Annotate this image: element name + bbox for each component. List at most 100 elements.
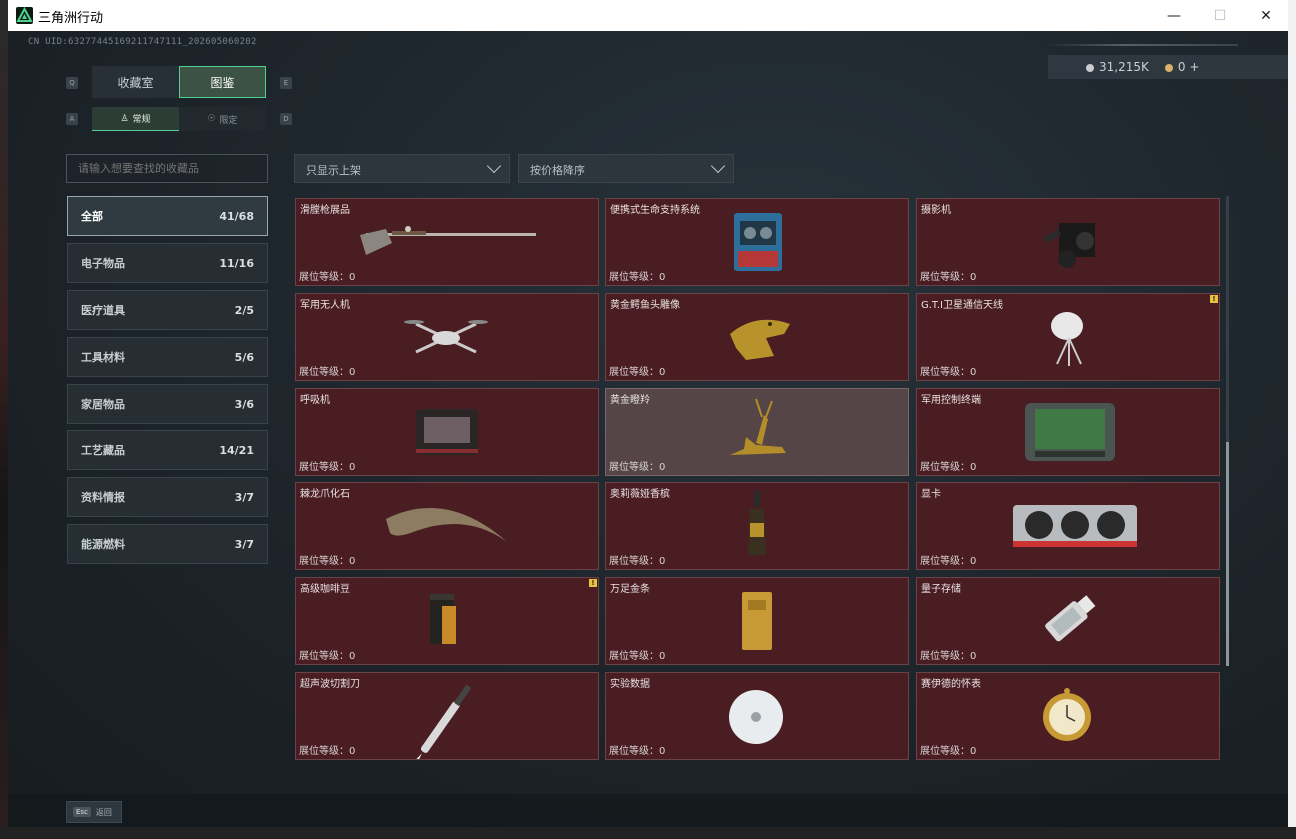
- tab-collection-room[interactable]: 收藏室: [92, 66, 179, 98]
- esc-key-hint: Esc: [73, 807, 91, 817]
- item-level: 展位等级：0: [299, 272, 356, 283]
- chevron-down-icon: [710, 158, 726, 174]
- item-card[interactable]: 显卡 展位等级：0: [916, 482, 1220, 570]
- app-window: 三角洲行动 — ☐ ✕ CN UID:63277445169211747111_…: [8, 0, 1288, 827]
- scrollbar[interactable]: [1226, 196, 1229, 666]
- currency-premium: 0 +: [1164, 60, 1199, 74]
- item-card[interactable]: 军用控制终端 展位等级：0: [916, 388, 1220, 476]
- key-hint-d: D: [280, 113, 292, 125]
- item-card[interactable]: 便携式生命支持系统 展位等级：0: [605, 198, 909, 286]
- item-name: 棘龙爪化石: [300, 489, 350, 500]
- item-name: 奥莉薇娅香槟: [610, 489, 670, 500]
- item-level: 展位等级：0: [299, 462, 356, 473]
- key-hint-e: E: [280, 77, 292, 89]
- sort-dropdown[interactable]: 按价格降序: [518, 154, 734, 183]
- category-crafts[interactable]: 工艺藏品 14/21: [67, 430, 268, 470]
- minimize-icon: —: [1167, 7, 1181, 24]
- back-button[interactable]: Esc 返回: [66, 801, 122, 823]
- item-level: 展位等级：0: [609, 556, 666, 567]
- item-card[interactable]: 摄影机展位等级：0: [916, 198, 1220, 286]
- item-level: 展位等级：0: [299, 651, 356, 662]
- category-electronics[interactable]: 电子物品 11/16: [67, 243, 268, 283]
- item-level: 展位等级：0: [299, 367, 356, 378]
- currency-bar: 31,215K 0 +: [1048, 55, 1288, 79]
- item-name: 量子存储: [921, 584, 961, 595]
- limited-icon: ☉: [207, 114, 216, 124]
- premium-coin-icon: [1164, 63, 1173, 72]
- item-card[interactable]: 万足金条 展位等级：0: [605, 577, 909, 665]
- category-energy[interactable]: 能源燃料 3/7: [67, 524, 268, 564]
- item-card[interactable]: 高级咖啡豆 展位等级：0!: [295, 577, 599, 665]
- desktop-background-bottom: [0, 827, 1296, 839]
- item-card[interactable]: 实验数据展位等级：0: [605, 672, 909, 760]
- subtab-limited[interactable]: ☉ 限定: [179, 107, 266, 131]
- item-card[interactable]: 超声波切割刀 展位等级：0: [295, 672, 599, 760]
- item-card[interactable]: 军用无人机展位等级：0: [295, 293, 599, 381]
- chevron-down-icon: [486, 158, 502, 174]
- window-title: 三角洲行动: [38, 11, 104, 26]
- item-name: 呼吸机: [300, 395, 330, 406]
- desktop-background-right: [1288, 0, 1296, 839]
- currency-coins: 31,215K: [1086, 60, 1149, 74]
- item-name: 便携式生命支持系统: [610, 205, 700, 216]
- coin-icon: [1086, 63, 1094, 72]
- item-level: 展位等级：0: [299, 556, 356, 567]
- category-medical[interactable]: 医疗道具 2/5: [67, 290, 268, 330]
- close-icon: ✕: [1260, 7, 1272, 24]
- item-level: 展位等级：0: [609, 462, 666, 473]
- item-name: 实验数据: [610, 679, 650, 690]
- item-card[interactable]: 赛伊德的怀表 展位等级：0: [916, 672, 1220, 760]
- item-level: 展位等级：0: [609, 651, 666, 662]
- item-card[interactable]: 棘龙爪化石展位等级：0: [295, 482, 599, 570]
- category-tools[interactable]: 工具材料 5/6: [67, 337, 268, 377]
- main-tabs: 收藏室 图鉴: [92, 66, 266, 98]
- maximize-icon: ☐: [1213, 7, 1227, 24]
- item-name: 黄金鳄鱼头雕像: [610, 300, 680, 311]
- footer-bar: [8, 794, 1288, 827]
- item-level: 展位等级：0: [920, 651, 977, 662]
- tab-catalog[interactable]: 图鉴: [179, 66, 266, 98]
- maximize-button[interactable]: ☐: [1197, 0, 1243, 31]
- search-input[interactable]: [66, 154, 268, 183]
- item-card[interactable]: 黄金瞪羚展位等级：0: [605, 388, 909, 476]
- item-level: 展位等级：0: [609, 367, 666, 378]
- key-hint-a: A: [66, 113, 78, 125]
- item-card[interactable]: 呼吸机展位等级：0: [295, 388, 599, 476]
- item-level: 展位等级：0: [920, 367, 977, 378]
- item-level: 展位等级：0: [920, 746, 977, 757]
- game-viewport: CN UID:63277445169211747111_202605060202…: [8, 31, 1288, 827]
- subtab-regular[interactable]: ♙ 常规: [92, 107, 179, 131]
- add-currency-button[interactable]: +: [1189, 60, 1199, 74]
- item-level: 展位等级：0: [609, 272, 666, 283]
- item-card[interactable]: 黄金鳄鱼头雕像 展位等级：0: [605, 293, 909, 381]
- item-card[interactable]: 滑膛枪展品展位等级：0: [295, 198, 599, 286]
- header-decoration: [1048, 44, 1238, 46]
- item-name: 摄影机: [921, 205, 951, 216]
- key-hint-q: Q: [66, 77, 78, 89]
- category-intel[interactable]: 资料情报 3/7: [67, 477, 268, 517]
- minimize-button[interactable]: —: [1151, 0, 1197, 31]
- item-name: 军用无人机: [300, 300, 350, 311]
- category-household[interactable]: 家居物品 3/6: [67, 384, 268, 424]
- item-level: 展位等级：0: [299, 746, 356, 757]
- alert-badge-icon: !: [1210, 295, 1218, 303]
- item-level: 展位等级：0: [920, 272, 977, 283]
- desktop-background-left: [0, 0, 8, 839]
- item-level: 展位等级：0: [920, 462, 977, 473]
- app-logo-icon: [16, 7, 33, 24]
- scroll-thumb[interactable]: [1226, 442, 1229, 666]
- item-name: G.T.I卫星通信天线: [921, 300, 1003, 311]
- item-card[interactable]: 奥莉薇娅香槟 展位等级：0: [605, 482, 909, 570]
- sub-tabs: ♙ 常规 ☉ 限定: [92, 107, 266, 131]
- item-name: 超声波切割刀: [300, 679, 360, 690]
- item-name: 黄金瞪羚: [610, 395, 650, 406]
- close-button[interactable]: ✕: [1243, 0, 1289, 31]
- item-name: 滑膛枪展品: [300, 205, 350, 216]
- title-bar[interactable]: 三角洲行动 — ☐ ✕: [8, 0, 1288, 31]
- category-all[interactable]: 全部 41/68: [67, 196, 268, 236]
- shelf-filter-dropdown[interactable]: 只显示上架: [294, 154, 510, 183]
- item-name: 高级咖啡豆: [300, 584, 350, 595]
- item-card[interactable]: G.T.I卫星通信天线 展位等级：0!: [916, 293, 1220, 381]
- item-card[interactable]: 量子存储展位等级：0: [916, 577, 1220, 665]
- item-level: 展位等级：0: [609, 746, 666, 757]
